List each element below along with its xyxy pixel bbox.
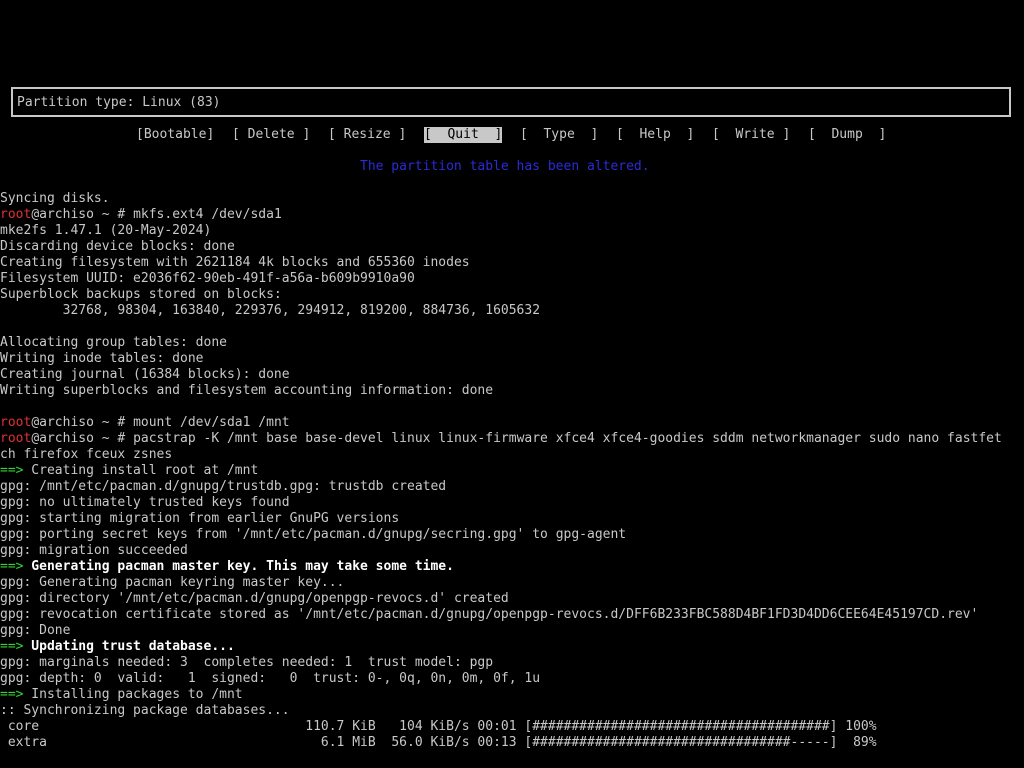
output-line: Creating journal (16384 blocks): done xyxy=(0,367,290,382)
prompt-line: root@archiso ~ # mount /dev/sda1 /mnt xyxy=(0,415,290,431)
output-line: Writing superblocks and filesystem accou… xyxy=(0,383,494,398)
menu-dump-button[interactable]: [ Dump ] xyxy=(808,127,886,143)
download-progress-core: core 110.7 KiB 104 KiB/s 00:01 [########… xyxy=(0,719,877,734)
output-line: mke2fs 1.47.1 (20-May-2024) xyxy=(0,223,212,238)
partition-type-label: Partition type: Linux (83) xyxy=(17,95,221,110)
gpg-line: gpg: depth: 0 valid: 1 signed: 0 trust: … xyxy=(0,671,541,686)
menu-quit-button[interactable]: [ Quit ] xyxy=(424,127,503,143)
prompt-user: root xyxy=(0,431,32,446)
sync-line: :: Synchronizing package databases... xyxy=(0,703,290,718)
output-line: Superblock backups stored on blocks: xyxy=(0,287,282,302)
command-wrap-line: ch firefox fceux zsnes xyxy=(0,447,173,462)
menu-bootable-button[interactable]: [Bootable] xyxy=(136,127,214,143)
prompt-host: @archiso ~ # xyxy=(31,431,134,446)
arrow-marker: ==> xyxy=(0,463,24,478)
output-line: 32768, 98304, 163840, 229376, 294912, 81… xyxy=(0,303,541,318)
command-text: pacstrap -K /mnt base base-devel linux l… xyxy=(133,431,1002,446)
status-text: Creating install root at /mnt xyxy=(23,463,259,478)
prompt-host: @archiso ~ # xyxy=(31,415,134,430)
status-line: ==> Installing packages to /mnt xyxy=(0,687,243,703)
menu-resize-button[interactable]: [ Resize ] xyxy=(328,127,406,143)
gpg-line: gpg: starting migration from earlier Gnu… xyxy=(0,511,400,526)
menu-delete-button[interactable]: [ Delete ] xyxy=(232,127,310,143)
output-line: Allocating group tables: done xyxy=(0,335,227,350)
gpg-line: gpg: /mnt/etc/pacman.d/gnupg/trustdb.gpg… xyxy=(0,479,447,494)
output-line: Writing inode tables: done xyxy=(0,351,204,366)
status-message: The partition table has been altered. xyxy=(360,159,650,174)
prompt-line: root@archiso ~ # mkfs.ext4 /dev/sda1 xyxy=(0,207,282,223)
gpg-line: gpg: directory '/mnt/etc/pacman.d/gnupg/… xyxy=(0,591,509,606)
prompt-line: root@archiso ~ # pacstrap -K /mnt base b… xyxy=(0,431,1002,447)
menu-type-button[interactable]: [ Type ] xyxy=(520,127,598,143)
partition-type-box: Partition type: Linux (83) xyxy=(11,87,1011,117)
output-line: Creating filesystem with 2621184 4k bloc… xyxy=(0,255,470,270)
cfdisk-menu: [Bootable] [ Delete ] [ Resize ] [ Quit … xyxy=(0,127,886,143)
arrow-marker: ==> xyxy=(0,639,24,654)
status-text: Installing packages to /mnt xyxy=(23,687,243,702)
prompt-user: root xyxy=(0,207,32,222)
menu-write-button[interactable]: [ Write ] xyxy=(712,127,790,143)
syncing-line: Syncing disks. xyxy=(0,191,110,206)
arrow-marker: ==> xyxy=(0,687,24,702)
menu-help-button[interactable]: [ Help ] xyxy=(616,127,694,143)
output-line: Filesystem UUID: e2036f62-90eb-491f-a56a… xyxy=(0,271,415,286)
gpg-line: gpg: migration succeeded xyxy=(0,543,188,558)
gpg-line: gpg: no ultimately trusted keys found xyxy=(0,495,290,510)
arrow-marker: ==> xyxy=(0,559,24,574)
gpg-line: gpg: porting secret keys from '/mnt/etc/… xyxy=(0,527,627,542)
status-line: ==> Updating trust database... xyxy=(0,639,235,655)
download-progress-extra: extra 6.1 MiB 56.0 KiB/s 00:13 [########… xyxy=(0,735,877,750)
output-line: Discarding device blocks: done xyxy=(0,239,235,254)
gpg-line: gpg: revocation certificate stored as '/… xyxy=(0,607,979,622)
status-line: ==> Creating install root at /mnt xyxy=(0,463,258,479)
status-text: Updating trust database... xyxy=(23,639,235,654)
gpg-line: gpg: Done xyxy=(0,623,71,638)
gpg-line: gpg: Generating pacman keyring master ke… xyxy=(0,575,345,590)
prompt-host: @archiso ~ # xyxy=(31,207,134,222)
status-line: ==> Generating pacman master key. This m… xyxy=(0,559,454,575)
command-text: mount /dev/sda1 /mnt xyxy=(133,415,290,430)
command-text: mkfs.ext4 /dev/sda1 xyxy=(133,207,282,222)
prompt-user: root xyxy=(0,415,32,430)
gpg-line: gpg: marginals needed: 3 completes neede… xyxy=(0,655,494,670)
status-text: Generating pacman master key. This may t… xyxy=(23,559,454,574)
